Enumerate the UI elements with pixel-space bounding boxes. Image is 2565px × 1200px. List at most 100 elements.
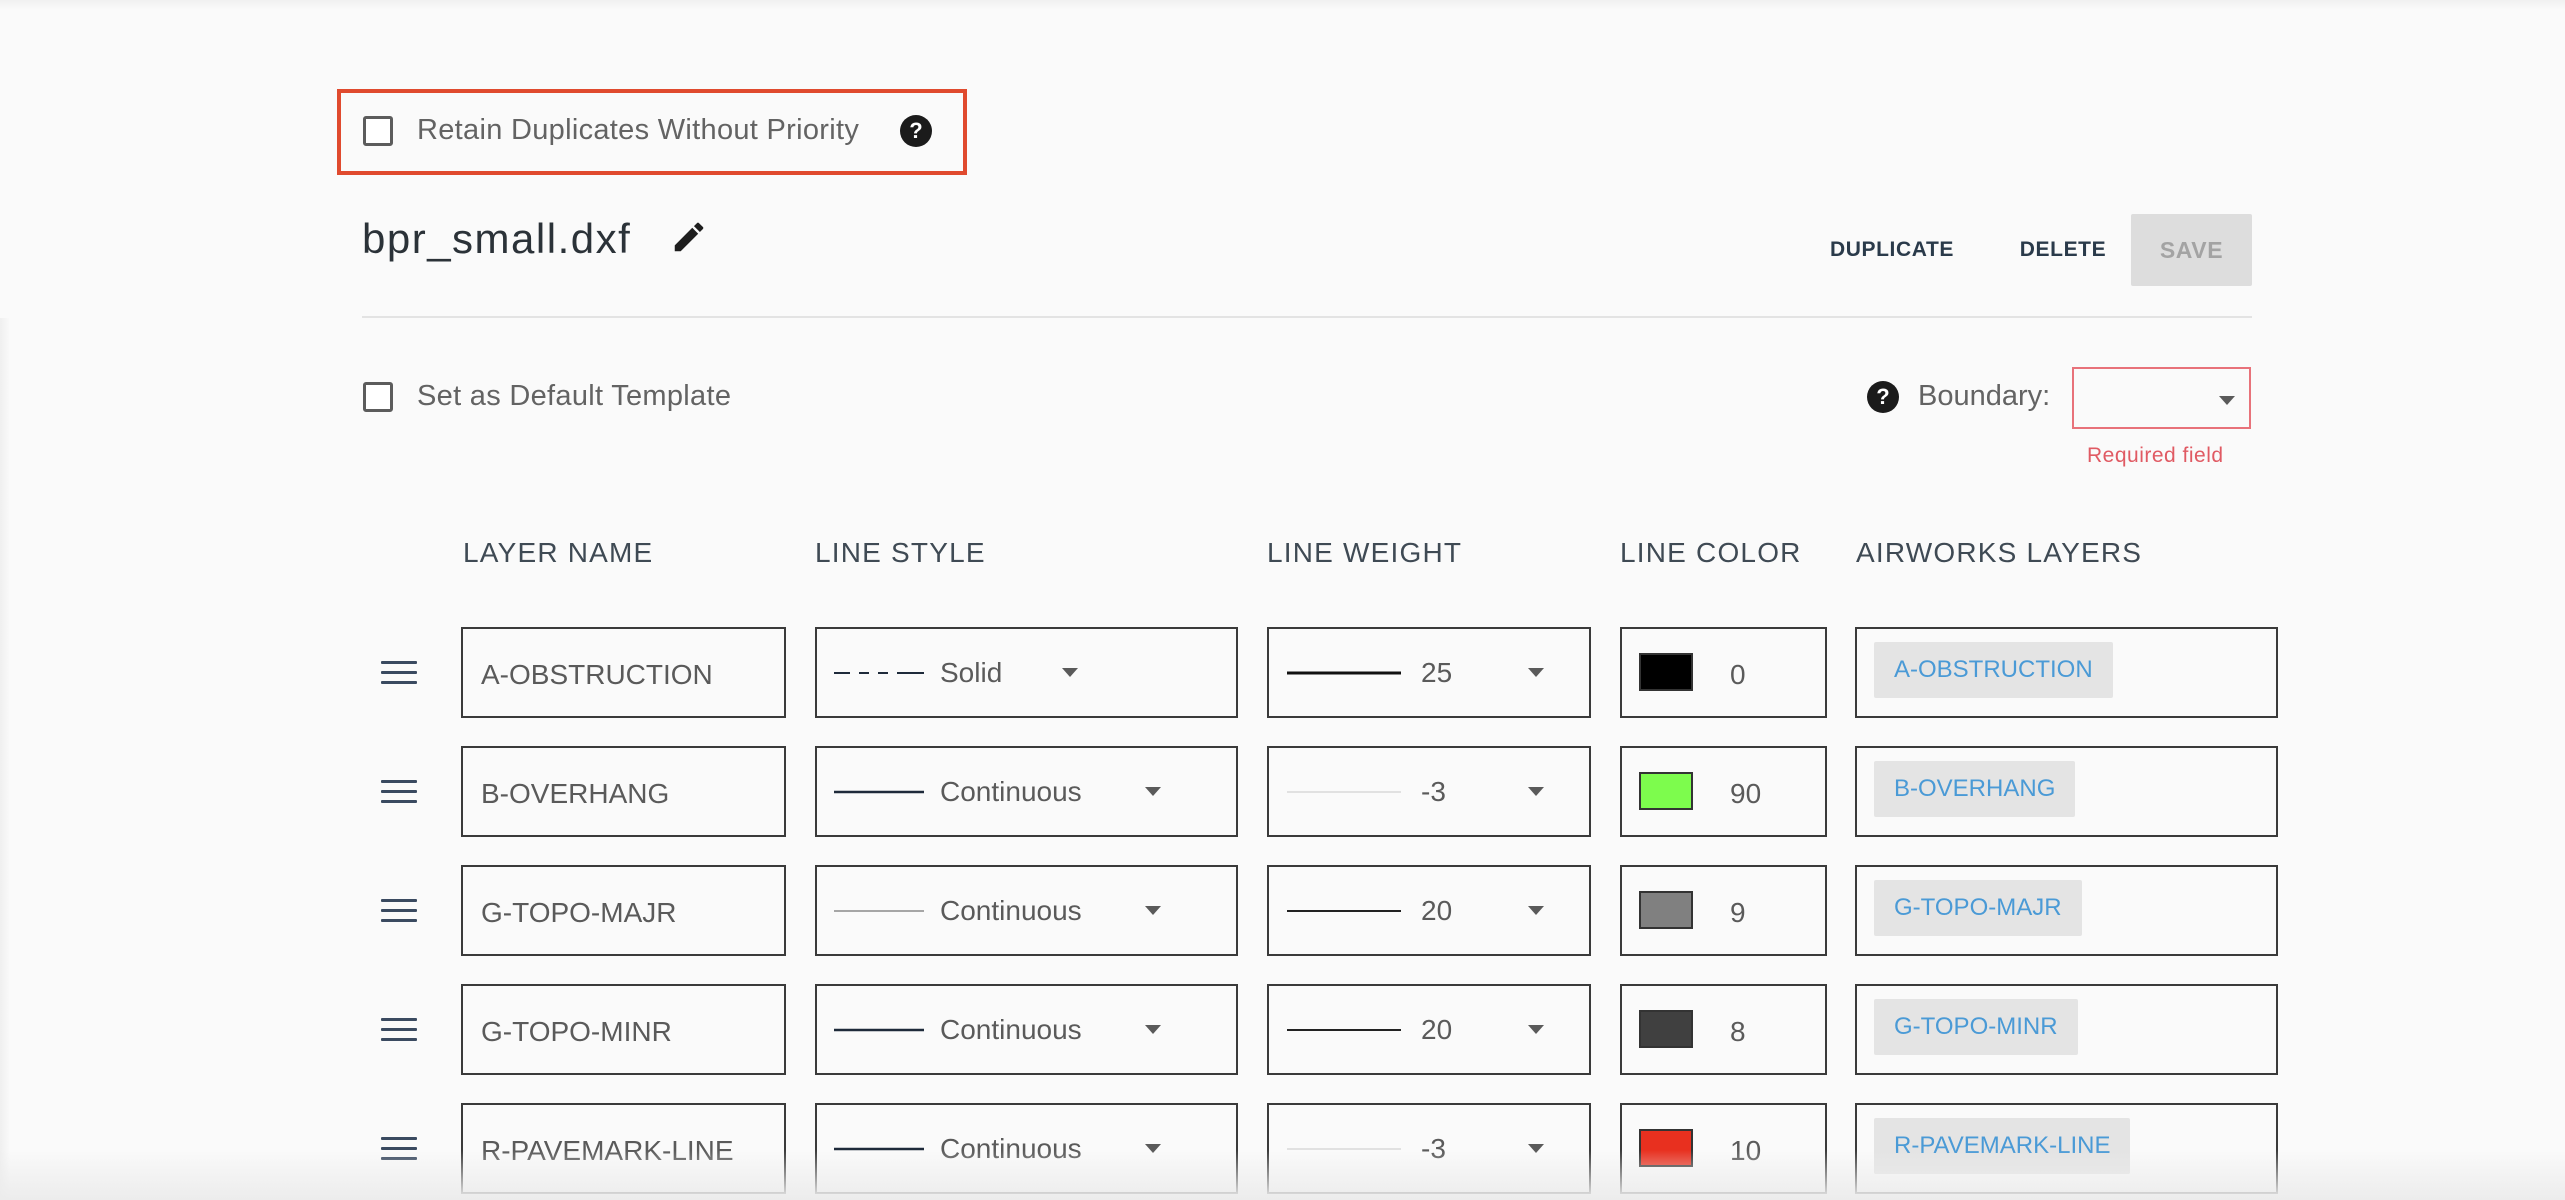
layer-name-value: R-PAVEMARK-LINE — [481, 1135, 734, 1166]
line-weight-preview — [1287, 1029, 1401, 1031]
header-divider — [362, 316, 2252, 318]
line-weight-select[interactable]: 25 — [1267, 627, 1591, 718]
airworks-layer-chip[interactable]: B-OVERHANG — [1874, 761, 2076, 817]
boundary-help-icon[interactable]: ? — [1867, 381, 1899, 413]
duplicate-button[interactable]: DUPLICATE — [1820, 220, 1964, 280]
column-header-line-style: LINE STYLE — [815, 537, 986, 568]
line-color-value: 0 — [1730, 659, 1746, 690]
line-weight-value: 25 — [1421, 657, 1453, 688]
line-style-preview — [834, 1147, 924, 1151]
retain-duplicates-label: Retain Duplicates Without Priority — [417, 114, 860, 146]
top-edge — [0, 0, 2565, 10]
save-button[interactable]: SAVE — [2131, 214, 2252, 286]
column-header-line-weight: LINE WEIGHT — [1267, 537, 1463, 568]
left-edge-shade — [0, 318, 10, 1200]
line-weight-preview — [1287, 791, 1401, 793]
airworks-layer-chip[interactable]: G-TOPO-MINR — [1874, 999, 2078, 1055]
column-header-airworks-layers: AIRWORKS LAYERS — [1856, 537, 2143, 568]
line-style-preview — [834, 910, 924, 912]
line-style-select[interactable]: Continuous — [815, 1103, 1238, 1194]
drag-handle-icon[interactable] — [381, 1018, 417, 1042]
line-weight-value: -3 — [1421, 1133, 1446, 1164]
column-header-layer-name: LAYER NAME — [463, 537, 654, 568]
airworks-layers-field[interactable]: B-OVERHANG — [1855, 746, 2278, 837]
line-style-preview — [834, 672, 924, 674]
airworks-layers-field[interactable]: G-TOPO-MINR — [1855, 984, 2278, 1075]
line-weight-select[interactable]: -3 — [1267, 746, 1591, 837]
pencil-icon[interactable] — [670, 218, 708, 256]
chevron-down-icon — [1528, 1144, 1544, 1153]
default-template-label: Set as Default Template — [417, 380, 732, 412]
line-style-value: Continuous — [940, 776, 1082, 807]
line-weight-value: 20 — [1421, 895, 1453, 926]
line-style-value: Continuous — [940, 1133, 1082, 1164]
line-style-preview — [834, 790, 924, 794]
template-file-name: bpr_small.dxf — [362, 215, 632, 262]
layer-name-value: B-OVERHANG — [481, 778, 670, 809]
line-style-preview — [834, 1028, 924, 1032]
line-weight-value: -3 — [1421, 776, 1446, 807]
drag-handle-icon[interactable] — [381, 1137, 417, 1161]
chevron-down-icon — [1145, 906, 1161, 915]
line-color-value: 9 — [1730, 897, 1746, 928]
line-color-picker[interactable]: 9 — [1620, 865, 1827, 956]
drag-handle-icon[interactable] — [381, 780, 417, 804]
airworks-layers-field[interactable]: G-TOPO-MAJR — [1855, 865, 2278, 956]
line-color-picker[interactable]: 8 — [1620, 984, 1827, 1075]
color-swatch[interactable] — [1639, 891, 1693, 929]
line-color-picker[interactable]: 90 — [1620, 746, 1827, 837]
layer-name-value: G-TOPO-MINR — [481, 1016, 672, 1047]
line-style-value: Continuous — [940, 1014, 1082, 1045]
layer-name-input[interactable]: G-TOPO-MAJR — [461, 865, 786, 956]
color-swatch[interactable] — [1639, 772, 1693, 810]
layer-name-input[interactable]: G-TOPO-MINR — [461, 984, 786, 1075]
line-style-value: Solid — [940, 657, 1003, 688]
chevron-down-icon — [1062, 668, 1078, 677]
layer-name-input[interactable]: R-PAVEMARK-LINE — [461, 1103, 786, 1194]
default-template-checkbox[interactable] — [363, 382, 393, 412]
boundary-label: Boundary: — [1918, 380, 2051, 412]
line-color-value: 10 — [1730, 1135, 1762, 1166]
layer-name-value: G-TOPO-MAJR — [481, 897, 677, 928]
line-weight-preview — [1287, 671, 1401, 675]
line-color-value: 90 — [1730, 778, 1762, 809]
line-weight-preview — [1287, 910, 1401, 912]
delete-button[interactable]: DELETE — [2008, 220, 2118, 280]
line-color-value: 8 — [1730, 1016, 1746, 1047]
chevron-down-icon — [1145, 1144, 1161, 1153]
line-weight-select[interactable]: 20 — [1267, 865, 1591, 956]
chevron-down-icon — [1528, 1025, 1544, 1034]
chevron-down-icon — [1528, 787, 1544, 796]
line-color-picker[interactable]: 0 — [1620, 627, 1827, 718]
line-style-select[interactable]: Continuous — [815, 865, 1238, 956]
color-swatch[interactable] — [1639, 1010, 1693, 1048]
airworks-layers-field[interactable]: A-OBSTRUCTION — [1855, 627, 2278, 718]
color-swatch[interactable] — [1639, 1129, 1693, 1167]
airworks-layer-chip[interactable]: R-PAVEMARK-LINE — [1874, 1118, 2131, 1174]
line-style-select[interactable]: Continuous — [815, 984, 1238, 1075]
color-swatch[interactable] — [1639, 653, 1693, 691]
airworks-layer-chip[interactable]: G-TOPO-MAJR — [1874, 880, 2082, 936]
boundary-select[interactable] — [2072, 367, 2251, 429]
airworks-layer-chip[interactable]: A-OBSTRUCTION — [1874, 642, 2113, 698]
line-color-picker[interactable]: 10 — [1620, 1103, 1827, 1194]
column-header-line-color: LINE COLOR — [1620, 537, 1802, 568]
line-style-select[interactable]: Solid — [815, 627, 1238, 718]
line-weight-value: 20 — [1421, 1014, 1453, 1045]
retain-duplicates-checkbox[interactable] — [363, 116, 393, 146]
help-icon[interactable]: ? — [900, 115, 932, 147]
chevron-down-icon — [1528, 668, 1544, 677]
line-weight-select[interactable]: -3 — [1267, 1103, 1591, 1194]
chevron-down-icon — [1145, 787, 1161, 796]
airworks-layers-field[interactable]: R-PAVEMARK-LINE — [1855, 1103, 2278, 1194]
line-weight-select[interactable]: 20 — [1267, 984, 1591, 1075]
chevron-down-icon — [2219, 396, 2235, 405]
drag-handle-icon[interactable] — [381, 661, 417, 685]
chevron-down-icon — [1528, 906, 1544, 915]
layer-name-input[interactable]: A-OBSTRUCTION — [461, 627, 786, 718]
line-style-select[interactable]: Continuous — [815, 746, 1238, 837]
layer-name-input[interactable]: B-OVERHANG — [461, 746, 786, 837]
layer-name-value: A-OBSTRUCTION — [481, 659, 713, 690]
drag-handle-icon[interactable] — [381, 899, 417, 923]
line-style-value: Continuous — [940, 895, 1082, 926]
